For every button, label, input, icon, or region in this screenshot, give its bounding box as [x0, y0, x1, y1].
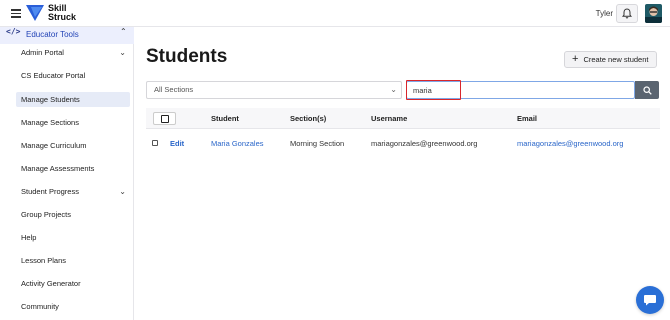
sidebar-item-manage-sections[interactable]: Manage Sections — [16, 115, 130, 130]
column-header-sections[interactable]: Section(s) — [290, 114, 326, 123]
student-username: mariagonzales@greenwood.org — [371, 139, 478, 148]
search-button[interactable] — [635, 81, 659, 99]
chat-bubble-icon — [644, 295, 656, 306]
student-email-link[interactable]: mariagonzales@greenwood.org — [517, 139, 623, 148]
sidebar-item-label: Community — [21, 302, 59, 311]
sidebar-item-admin-portal[interactable]: Admin Portal ⌄ — [16, 45, 130, 60]
sidebar-item-cs-educator-portal[interactable]: CS Educator Portal — [16, 68, 130, 83]
table-row: Edit Maria Gonzales Morning Section mari… — [146, 130, 660, 157]
students-table-header: Student Section(s) Username Email — [146, 108, 660, 129]
sidebar-item-label: Group Projects — [21, 210, 72, 219]
sidebar-item-label: Help — [21, 233, 37, 242]
page-title: Students — [146, 46, 228, 67]
sidebar-item-label: Manage Sections — [21, 118, 79, 127]
sidebar-item-manage-curriculum[interactable]: Manage Curriculum — [16, 138, 130, 153]
user-name: Tyler — [595, 9, 613, 18]
sidebar-item-label: Lesson Plans — [21, 256, 67, 265]
user-avatar[interactable] — [645, 4, 662, 23]
sidebar-item-student-progress[interactable]: Student Progress ⌄ — [16, 184, 130, 199]
code-icon: </> — [6, 27, 21, 36]
brand-name: Skill Struck — [48, 4, 76, 22]
sidebar-item-community[interactable]: Community — [16, 299, 130, 314]
sidebar-item-lesson-plans[interactable]: Lesson Plans — [16, 253, 130, 268]
checkbox-box — [160, 114, 169, 123]
student-search-input[interactable] — [406, 81, 635, 99]
sidebar-item-label: Activity Generator — [21, 279, 81, 288]
sidebar-item-group-projects[interactable]: Group Projects — [16, 207, 130, 222]
sidebar-item-label: Manage Students — [21, 95, 80, 104]
sidebar-item-label: Admin Portal — [21, 48, 64, 57]
select-all-checkbox[interactable] — [153, 112, 176, 125]
create-button-label: Create new student — [583, 55, 649, 64]
sidebar-item-activity-generator[interactable]: Activity Generator — [16, 276, 130, 291]
chevron-down-icon: ⌄ — [390, 85, 397, 94]
column-header-student[interactable]: Student — [211, 114, 239, 123]
hamburger-menu-icon[interactable] — [11, 9, 21, 18]
create-new-student-button[interactable]: + Create new student — [564, 51, 657, 68]
sidebar: </> Educator Tools ⌃ Admin Portal ⌄ CS E… — [0, 27, 134, 320]
sidebar-item-help[interactable]: Help — [16, 230, 130, 245]
sidebar-item-label: CS Educator Portal — [21, 71, 86, 80]
sidebar-item-label: Manage Assessments — [21, 164, 95, 173]
row-checkbox[interactable] — [152, 140, 158, 146]
skillstruck-logo[interactable] — [25, 3, 45, 23]
section-filter-value: All Sections — [154, 85, 194, 94]
bell-icon — [622, 8, 632, 19]
chat-support-button[interactable] — [636, 286, 664, 314]
section-filter-select[interactable]: All Sections ⌄ — [146, 81, 402, 99]
student-name-link[interactable]: Maria Gonzales — [211, 139, 264, 148]
student-sections: Morning Section — [290, 139, 345, 148]
plus-icon: + — [572, 53, 579, 65]
sidebar-item-manage-assessments[interactable]: Manage Assessments — [16, 161, 130, 176]
chevron-up-icon: ⌃ — [120, 27, 127, 36]
search-icon — [642, 85, 652, 95]
column-header-username[interactable]: Username — [371, 114, 407, 123]
educator-tools-label: Educator Tools — [26, 30, 79, 39]
brand-line-2: Struck — [48, 12, 77, 22]
edit-link[interactable]: Edit — [170, 139, 184, 148]
educator-tools-header[interactable]: </> Educator Tools ⌃ — [0, 27, 134, 44]
sidebar-item-label: Student Progress — [21, 187, 79, 196]
notifications-button[interactable] — [616, 4, 638, 23]
chevron-down-icon: ⌄ — [119, 187, 126, 196]
column-header-email[interactable]: Email — [517, 114, 537, 123]
chevron-down-icon: ⌄ — [119, 48, 126, 57]
sidebar-item-label: Manage Curriculum — [21, 141, 87, 150]
sidebar-item-manage-students[interactable]: Manage Students — [16, 92, 130, 107]
top-bar: Skill Struck Tyler — [0, 0, 670, 27]
